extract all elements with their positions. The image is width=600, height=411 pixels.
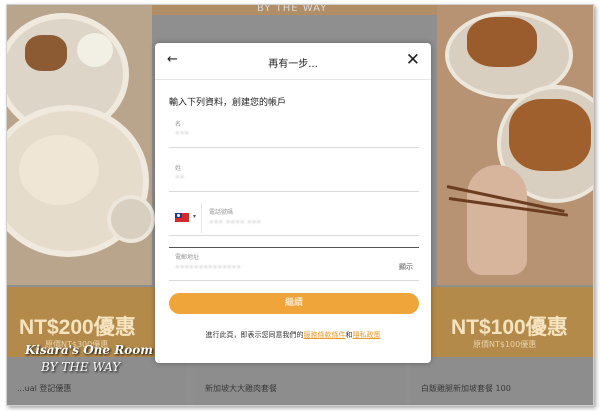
food-image	[77, 33, 113, 67]
privacy-policy-link[interactable]: 隱私政策	[353, 331, 381, 339]
divider	[201, 203, 202, 233]
watermark-line2: BY THE WAY	[41, 360, 121, 374]
modal-title: 再有一步...	[268, 59, 318, 70]
blog-watermark: Kisara's One Room BY THE WAY	[25, 343, 153, 374]
first-name-field[interactable]: 姓 ••	[169, 159, 419, 192]
terms-of-service-link[interactable]: 服務條款條件	[304, 331, 346, 339]
promo-card-title: 白飯雞腿新加坡套餐 100	[421, 384, 511, 393]
modal-header: ← 再有一步... ✕	[155, 43, 431, 80]
field-label: 名	[175, 121, 182, 128]
field-value: •••	[175, 129, 190, 138]
field-label: 電郵地址	[175, 254, 200, 261]
hand-image	[467, 165, 527, 275]
brand-logo-text: BY THE WAY	[257, 4, 328, 14]
hero-image-left	[7, 5, 155, 285]
terms-text: 進行此頁，即表示您同意我們的服務條款條件和隱私政策	[155, 330, 431, 340]
terms-joiner: 和	[345, 331, 353, 339]
signup-modal: ← 再有一步... ✕ 輸入下列資料，創建您的帳戶 名 ••• 姓 •• ▾ 電…	[155, 43, 431, 363]
taiwan-flag-icon[interactable]	[175, 213, 189, 222]
promo-card-body	[411, 357, 593, 405]
food-image	[467, 17, 537, 67]
phone-field[interactable]: ▾ 電話號碼 ••• •••• •••	[169, 203, 419, 236]
terms-prefix: 進行此頁，即表示您同意我們的	[205, 331, 304, 339]
chevron-down-icon[interactable]: ▾	[193, 213, 196, 220]
modal-intro-text: 輸入下列資料，創建您的帳戶	[169, 98, 287, 108]
field-value: ••• •••• •••	[209, 218, 262, 227]
field-value: ••••••••••••••	[175, 263, 242, 272]
food-image	[25, 35, 67, 71]
last-name-field[interactable]: 名 •••	[169, 115, 419, 148]
promo-card[interactable]: NT$100優惠 原價NT$100優惠 白飯雞腿新加坡套餐 100	[411, 287, 593, 405]
email-field[interactable]: 電郵地址 •••••••••••••• 顯示	[169, 247, 419, 281]
food-image	[509, 99, 591, 171]
hero-image-right	[437, 5, 593, 285]
close-icon[interactable]: ✕	[406, 50, 420, 70]
rice-bowl-image	[107, 195, 155, 243]
field-label: 姓	[175, 165, 182, 172]
chicken-image	[19, 135, 99, 205]
field-label: 電話號碼	[209, 209, 234, 216]
promo-price: NT$100優惠	[451, 316, 568, 339]
field-value: ••	[175, 173, 185, 182]
screenshot-frame: BY THE WAY NT$200優惠 原價NT$300優惠 ...ual 登記…	[6, 4, 594, 406]
show-button[interactable]: 顯示	[399, 262, 413, 272]
watermark-line1: Kisara's One Room	[25, 343, 153, 357]
promo-price: NT$200優惠	[19, 316, 136, 339]
promo-card-title: 新加坡大大雞肉套餐	[205, 384, 277, 393]
promo-subtext: 原價NT$100優惠	[473, 340, 537, 349]
flag-sun	[177, 214, 180, 217]
promo-card-body	[193, 357, 405, 405]
promo-card-title: ...ual 登記優惠	[17, 384, 72, 393]
continue-button[interactable]: 繼續	[169, 293, 419, 314]
